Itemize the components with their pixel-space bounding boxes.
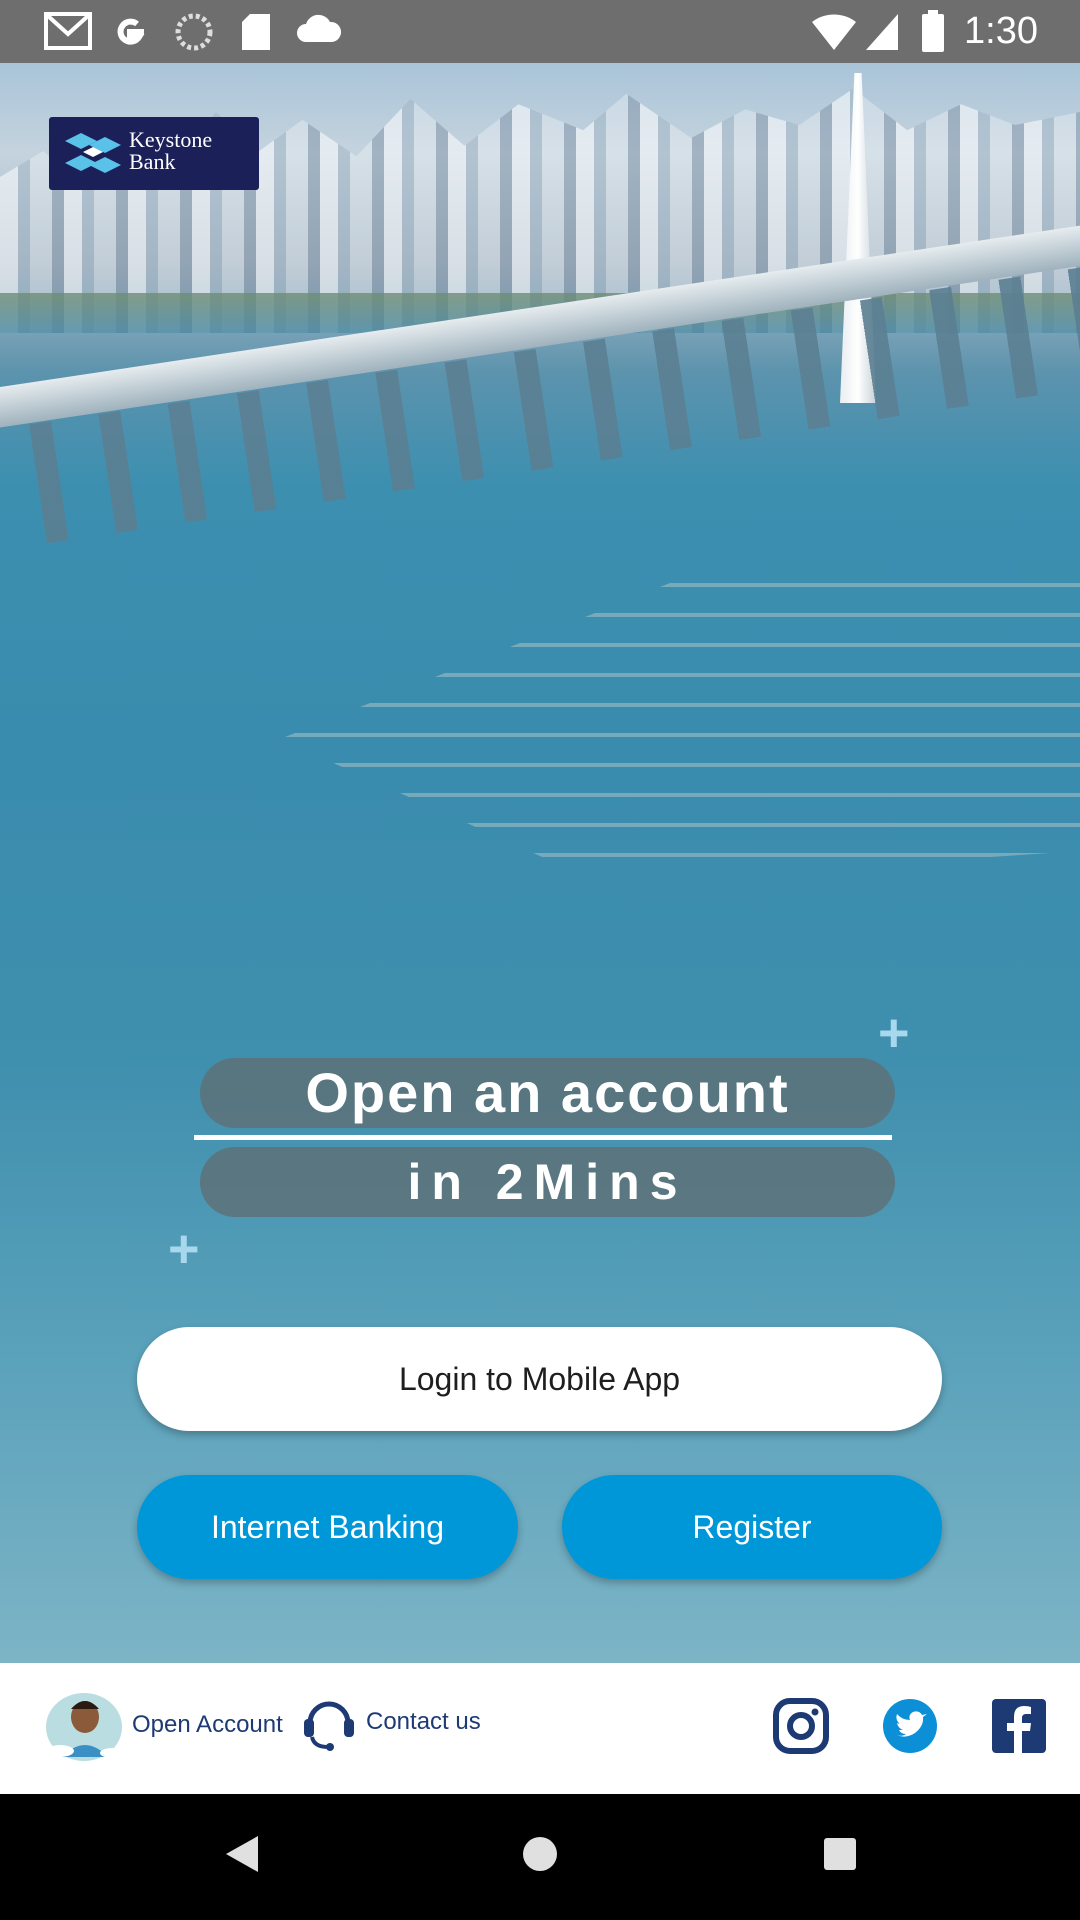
app-screen: 1:30 Keystone Bank + Open an account in …: [0, 0, 1080, 1920]
navigation-bar: [0, 1794, 1080, 1920]
facebook-icon[interactable]: [988, 1695, 1050, 1757]
recents-icon[interactable]: [820, 1832, 860, 1876]
google-icon: [117, 18, 145, 45]
register-button[interactable]: Register: [562, 1475, 942, 1579]
water-rafts: [280, 563, 1080, 883]
promo-subline: in 2Mins: [407, 1154, 688, 1210]
signal-icon: [866, 14, 898, 50]
status-bar: 1:30: [0, 0, 1080, 63]
sync-icon: [175, 13, 213, 51]
open-account-link[interactable]: Open Account: [44, 1687, 283, 1763]
logo-text: Keystone Bank: [129, 129, 212, 173]
plus-decoration-icon: +: [168, 1219, 200, 1279]
home-icon[interactable]: [520, 1832, 560, 1876]
promo-headline: Open an account: [305, 1061, 790, 1124]
contact-us-label: Contact us: [366, 1708, 481, 1735]
logo-line2: Bank: [129, 149, 176, 174]
headset-icon: [304, 1701, 354, 1751]
sd-card-icon: [242, 14, 270, 50]
back-icon[interactable]: [222, 1832, 262, 1876]
footer-bar: Open Account Contact us: [0, 1663, 1080, 1794]
login-button[interactable]: Login to Mobile App: [137, 1327, 942, 1431]
logo-line1: Keystone: [129, 127, 213, 152]
contact-us-link[interactable]: Contact us: [302, 1693, 481, 1751]
clock: 1:30: [964, 10, 1038, 52]
promo-divider: [194, 1135, 892, 1140]
open-account-label: Open Account: [132, 1711, 283, 1738]
twitter-icon[interactable]: [879, 1695, 941, 1757]
keystone-bank-logo: Keystone Bank: [49, 117, 259, 190]
instagram-icon[interactable]: [770, 1695, 832, 1757]
keystone-logo-mark-icon: [65, 133, 121, 173]
battery-icon: [922, 10, 944, 52]
cloud-icon: [297, 14, 342, 42]
internet-banking-button[interactable]: Internet Banking: [137, 1475, 518, 1579]
wifi-icon: [812, 14, 856, 50]
plus-decoration-icon: +: [878, 1003, 910, 1063]
avatar-icon: [46, 1693, 124, 1761]
gmail-icon: [44, 12, 92, 50]
